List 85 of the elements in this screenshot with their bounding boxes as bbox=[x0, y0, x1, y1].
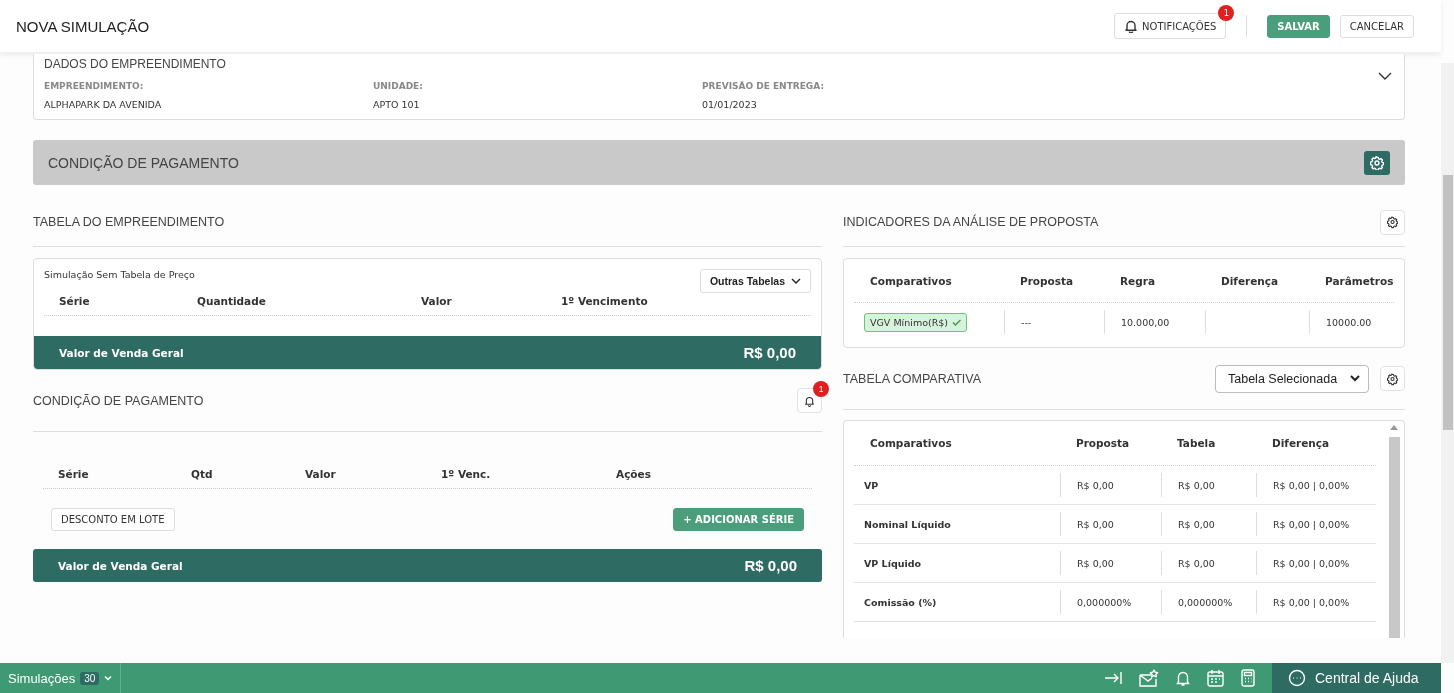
page-title: NOVA SIMULAÇÃO bbox=[16, 17, 150, 35]
table-cell: R$ 0,00 bbox=[1077, 479, 1114, 491]
column-header: Série bbox=[59, 294, 91, 307]
total-label: Valor de Venda Geral bbox=[58, 559, 183, 572]
settings-icon bbox=[1387, 371, 1398, 386]
cancel-button[interactable]: CANCELAR bbox=[1339, 14, 1414, 38]
table-cell: R$ 0,00 bbox=[1178, 479, 1215, 491]
section-title: TABELA COMPARATIVA bbox=[843, 371, 981, 386]
table-cell: R$ 0,00 bbox=[1077, 518, 1114, 530]
settings-icon bbox=[1387, 215, 1398, 229]
chat-icon bbox=[1288, 669, 1306, 687]
table-select[interactable]: Tabela Selecionada bbox=[1215, 364, 1369, 393]
column-header: Quantidade bbox=[197, 294, 267, 307]
table-cell: 10.000,00 bbox=[1121, 316, 1170, 328]
arrow-to-line-icon[interactable] bbox=[1104, 670, 1122, 686]
column-header: Ações bbox=[616, 467, 652, 480]
field-value: 01/01/2023 bbox=[702, 99, 758, 110]
table-cell: VP Líquido bbox=[864, 557, 922, 569]
settings-button[interactable] bbox=[1380, 366, 1405, 391]
count-badge: 30 bbox=[80, 671, 100, 685]
table-cell: 10000.00 bbox=[1326, 316, 1372, 328]
settings-button[interactable] bbox=[1364, 150, 1390, 175]
column-header: Parâmetros bbox=[1325, 274, 1394, 287]
table-cell: R$ 0,00 | 0,00% bbox=[1273, 518, 1350, 530]
batch-discount-button[interactable]: DESCONTO EM LOTE bbox=[51, 508, 175, 531]
calculator-icon[interactable] bbox=[1241, 669, 1255, 687]
chevron-down-icon bbox=[1350, 375, 1360, 382]
settings-button[interactable] bbox=[1380, 209, 1405, 235]
section-title: CONDIÇÃO DE PAGAMENTO bbox=[48, 154, 239, 171]
notification-count-badge: 1 bbox=[813, 381, 829, 397]
table-cell: Comissão (%) bbox=[864, 596, 937, 608]
table-cell: VP bbox=[864, 479, 879, 491]
column-header: 1º Venc. bbox=[441, 467, 492, 480]
table-cell: R$ 0,00 bbox=[1178, 557, 1215, 569]
table-cell: 0,000000% bbox=[1178, 596, 1233, 608]
field-value: ALPHAPARK DA AVENIDA bbox=[44, 99, 163, 110]
table-subtitle: Simulação Sem Tabela de Preço bbox=[44, 269, 195, 282]
column-header: 1º Vencimento bbox=[561, 294, 649, 307]
column-header: Diferença bbox=[1221, 274, 1280, 287]
field-label: UNIDADE: bbox=[373, 81, 424, 91]
status-tag: VGV Mínimo(R$) bbox=[864, 312, 967, 332]
settings-icon bbox=[1370, 155, 1384, 170]
table-cell: --- bbox=[1021, 316, 1032, 328]
column-header: Comparativos bbox=[870, 437, 953, 449]
column-header: Proposta bbox=[1076, 437, 1131, 449]
chevron-down-icon[interactable] bbox=[1378, 72, 1392, 81]
column-header: Valor bbox=[305, 467, 337, 480]
field-value: APTO 101 bbox=[373, 99, 421, 110]
column-header: Qtd bbox=[191, 467, 214, 480]
table-cell: R$ 0,00 bbox=[1178, 518, 1215, 530]
column-header: Regra bbox=[1120, 274, 1156, 287]
bell-icon[interactable] bbox=[1176, 670, 1190, 686]
section-title: TABELA DO EMPREENDIMENTO bbox=[33, 215, 225, 229]
column-header: Série bbox=[58, 467, 90, 480]
check-icon bbox=[952, 318, 961, 326]
chevron-down-icon bbox=[791, 278, 801, 284]
column-header: Diferença bbox=[1272, 437, 1331, 449]
notification-count-badge: 1 bbox=[1218, 5, 1235, 21]
column-header: Valor bbox=[421, 294, 453, 307]
table-cell: R$ 0,00 bbox=[1077, 557, 1114, 569]
simulations-menu[interactable]: Simulações 30 bbox=[0, 663, 122, 693]
calendar-icon[interactable] bbox=[1207, 669, 1224, 687]
table-cell: Nominal Líquido bbox=[864, 518, 951, 530]
field-label: EMPREENDIMENTO: bbox=[44, 81, 145, 91]
total-value: R$ 0,00 bbox=[744, 557, 797, 574]
envelope-star-icon[interactable] bbox=[1139, 669, 1159, 687]
help-center-button[interactable]: Central de Ajuda bbox=[1272, 663, 1441, 693]
column-header: Proposta bbox=[1020, 274, 1075, 287]
scrollbar-thumb[interactable] bbox=[1443, 175, 1453, 430]
chevron-down-icon bbox=[104, 675, 113, 681]
bell-icon bbox=[1124, 19, 1139, 33]
total-label: Valor de Venda Geral bbox=[59, 346, 184, 359]
table-cell: R$ 0,00 | 0,00% bbox=[1273, 557, 1350, 569]
table-cell: R$ 0,00 | 0,00% bbox=[1273, 596, 1350, 608]
section-title: INDICADORES DA ANÁLISE DE PROPOSTA bbox=[843, 215, 1099, 229]
field-label: PREVISÃO DE ENTREGA: bbox=[702, 81, 825, 91]
notifications-button[interactable] bbox=[797, 388, 822, 413]
table-cell: 0,000000% bbox=[1077, 596, 1132, 608]
section-title: CONDIÇÃO DE PAGAMENTO bbox=[33, 393, 204, 408]
section-title: DADOS DO EMPREENDIMENTO bbox=[44, 57, 227, 71]
column-header: Tabela bbox=[1177, 437, 1217, 449]
table-cell: R$ 0,00 | 0,00% bbox=[1273, 479, 1350, 491]
tables-dropdown[interactable]: Outras Tabelas bbox=[699, 269, 811, 293]
column-header: Comparativos bbox=[870, 274, 953, 287]
total-value: R$ 0,00 bbox=[743, 344, 796, 361]
